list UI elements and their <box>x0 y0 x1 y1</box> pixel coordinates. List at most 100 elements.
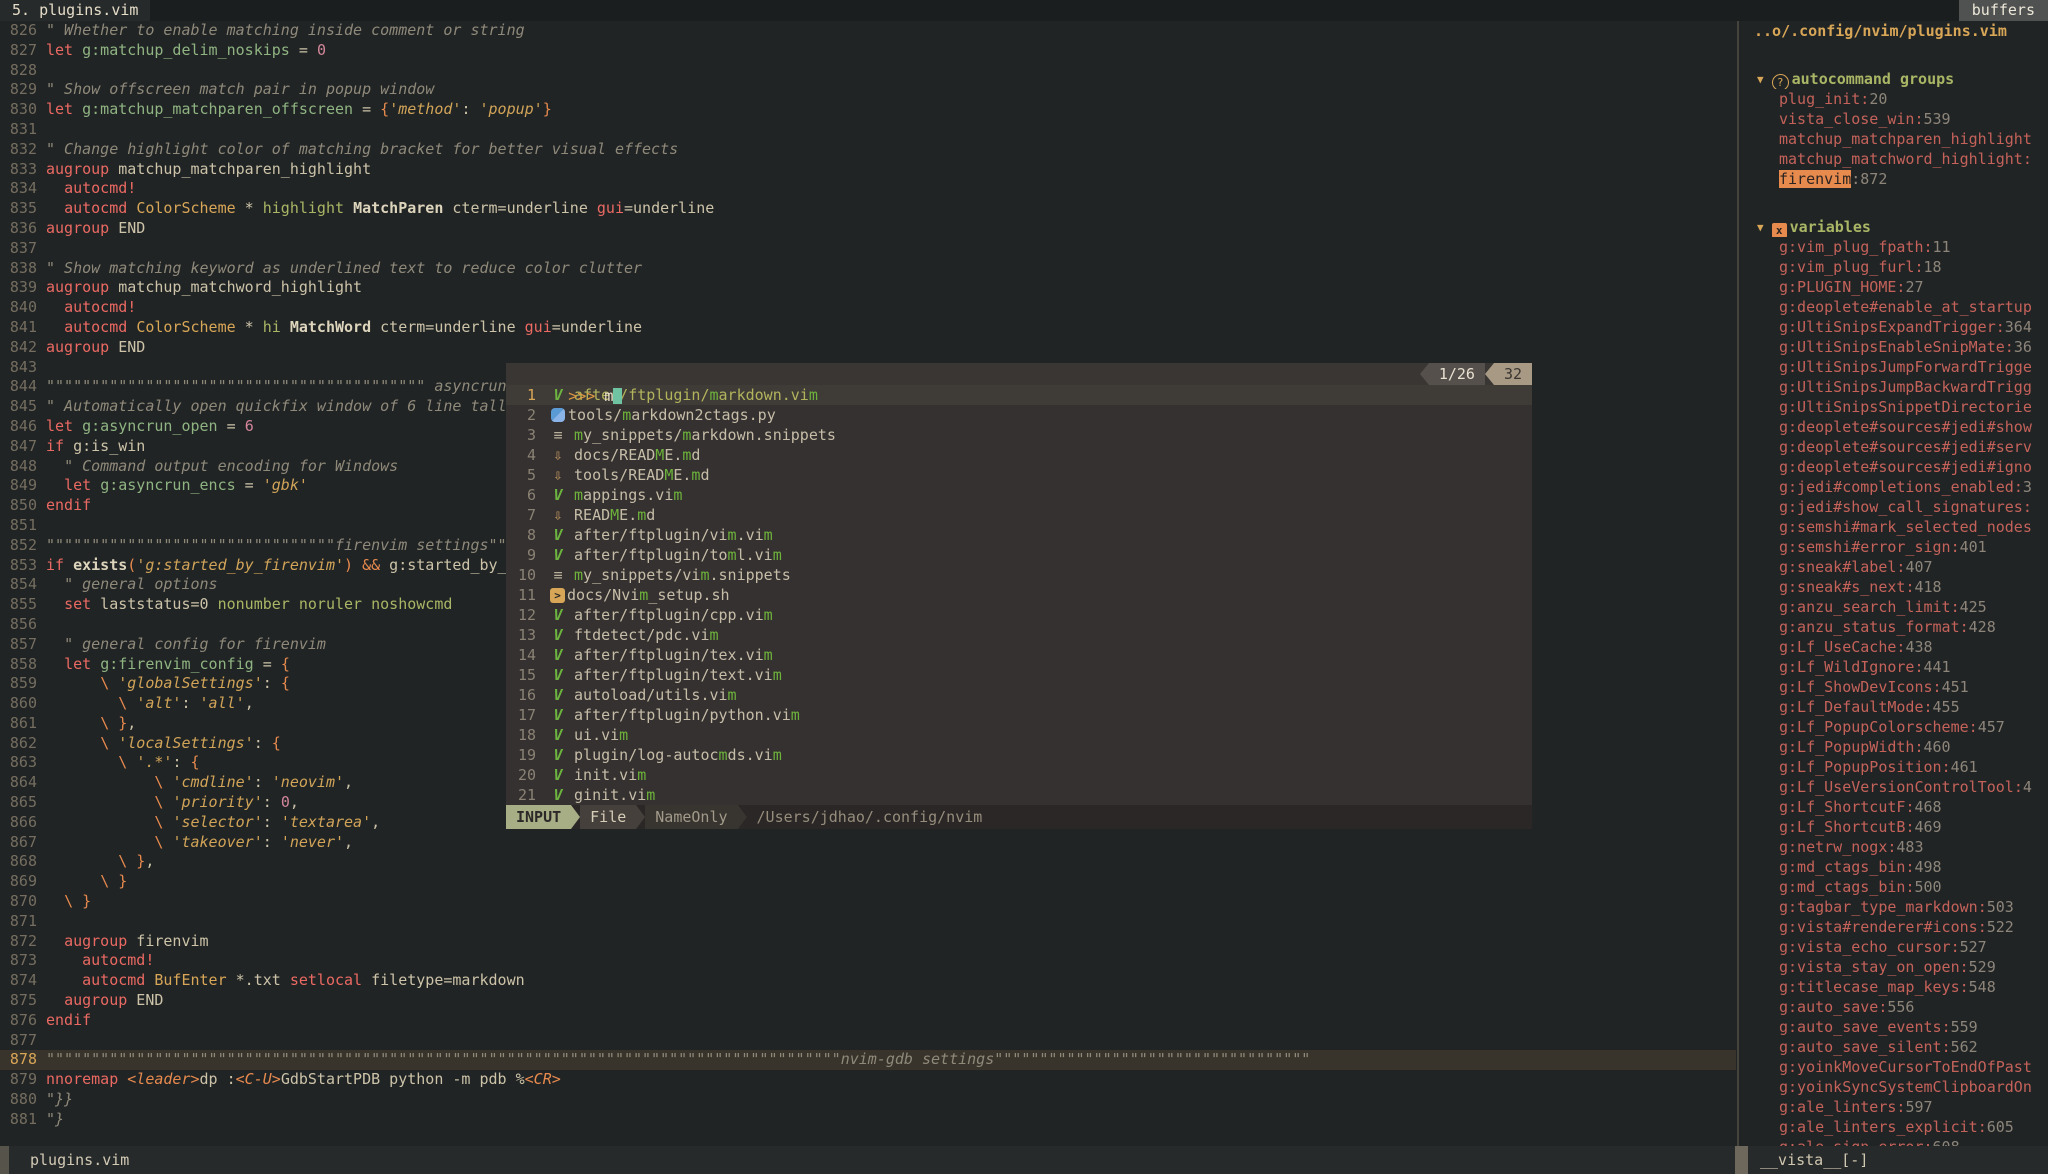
tag-item[interactable]: g:PLUGIN_HOME:27 <box>1739 277 2048 297</box>
code-line[interactable]: 832" Change highlight color of matching … <box>0 140 1736 160</box>
code-line[interactable]: 872 augroup firenvim <box>0 932 1736 952</box>
tag-item[interactable]: g:Lf_PopupColorscheme:457 <box>1739 717 2048 737</box>
code-line[interactable]: 829" Show offscreen match pair in popup … <box>0 80 1736 100</box>
code-line[interactable]: 878"""""""""""""""""""""""""""""""""""""… <box>0 1050 1736 1070</box>
tag-item[interactable]: plug_init:20 <box>1739 89 2048 109</box>
file-row[interactable]: 1Vafter/ftplugin/markdown.vim <box>506 385 1532 405</box>
code-line[interactable]: 875 augroup END <box>0 991 1736 1011</box>
tag-item[interactable]: g:jedi#completions_enabled:3 <box>1739 477 2048 497</box>
file-row[interactable]: 18Vui.vim <box>506 725 1532 745</box>
tag-item[interactable]: g:UltiSnipsJumpForwardTrigge <box>1739 357 2048 377</box>
tag-item[interactable]: g:yoinkMoveCursorToEndOfPast <box>1739 1057 2048 1077</box>
tag-item[interactable]: g:yoinkSyncSystemClipboardOn <box>1739 1077 2048 1097</box>
code-line[interactable]: 835 autocmd ColorScheme * highlight Matc… <box>0 199 1736 219</box>
code-line[interactable]: 881"} <box>0 1110 1736 1130</box>
tag-item[interactable]: g:md_ctags_bin:498 <box>1739 857 2048 877</box>
tag-item[interactable]: g:Lf_UseVersionControlTool:4 <box>1739 777 2048 797</box>
file-row[interactable]: 8Vafter/ftplugin/vim.vim <box>506 525 1532 545</box>
tag-item[interactable]: g:semshi#mark_selected_nodes <box>1739 517 2048 537</box>
tag-item[interactable]: g:Lf_PopupPosition:461 <box>1739 757 2048 777</box>
tag-item[interactable]: g:titlecase_map_keys:548 <box>1739 977 2048 997</box>
tag-item[interactable]: g:anzu_status_format:428 <box>1739 617 2048 637</box>
tag-item[interactable]: g:Lf_UseCache:438 <box>1739 637 2048 657</box>
tag-item[interactable]: g:auto_save:556 <box>1739 997 2048 1017</box>
file-row[interactable]: 20Vinit.vim <box>506 765 1532 785</box>
tag-item[interactable]: g:UltiSnipsJumpBackwardTrigg <box>1739 377 2048 397</box>
file-row[interactable]: 15Vafter/ftplugin/text.vim <box>506 665 1532 685</box>
file-row[interactable]: 12Vafter/ftplugin/cpp.vim <box>506 605 1532 625</box>
tag-item[interactable]: g:Lf_ShowDevIcons:451 <box>1739 677 2048 697</box>
tab-plugins-vim[interactable]: 5. plugins.vim <box>0 0 150 21</box>
code-line[interactable]: 870 \ } <box>0 892 1736 912</box>
code-line[interactable]: 840 autocmd! <box>0 298 1736 318</box>
tag-item[interactable]: g:jedi#show_call_signatures: <box>1739 497 2048 517</box>
code-line[interactable]: 869 \ } <box>0 872 1736 892</box>
code-line[interactable]: 879nnoremap <leader>dp :<C-U>GdbStartPDB… <box>0 1070 1736 1090</box>
code-line[interactable]: 826" Whether to enable matching inside c… <box>0 21 1736 41</box>
code-line[interactable]: 876endif <box>0 1011 1736 1031</box>
file-row[interactable]: 19Vplugin/log-autocmds.vim <box>506 745 1532 765</box>
code-line[interactable]: 837 <box>0 239 1736 259</box>
code-line[interactable]: 873 autocmd! <box>0 951 1736 971</box>
tag-item[interactable]: vista_close_win:539 <box>1739 109 2048 129</box>
tag-item[interactable]: g:UltiSnipsExpandTrigger:364 <box>1739 317 2048 337</box>
tag-item[interactable]: g:deoplete#enable_at_startup <box>1739 297 2048 317</box>
tag-item[interactable]: g:UltiSnipsSnippetDirectorie <box>1739 397 2048 417</box>
code-line[interactable]: 841 autocmd ColorScheme * hi MatchWord c… <box>0 318 1736 338</box>
tag-item[interactable]: matchup_matchword_highlight: <box>1739 149 2048 169</box>
tag-item[interactable]: g:UltiSnipsEnableSnipMate:36 <box>1739 337 2048 357</box>
file-row[interactable]: 2tools/markdown2ctags.py <box>506 405 1532 425</box>
code-line[interactable]: 836augroup END <box>0 219 1736 239</box>
tag-item[interactable]: g:vim_plug_furl:18 <box>1739 257 2048 277</box>
file-row[interactable]: 16Vautoload/utils.vim <box>506 685 1532 705</box>
tag-item[interactable]: g:vista_stay_on_open:529 <box>1739 957 2048 977</box>
file-row[interactable]: 3≡my_snippets/markdown.snippets <box>506 425 1532 445</box>
file-row[interactable]: 9Vafter/ftplugin/toml.vim <box>506 545 1532 565</box>
tag-item[interactable]: g:deoplete#sources#jedi#igno <box>1739 457 2048 477</box>
file-row[interactable]: 10≡my_snippets/vim.snippets <box>506 565 1532 585</box>
tag-item[interactable]: g:Lf_PopupWidth:460 <box>1739 737 2048 757</box>
tag-item[interactable]: g:anzu_search_limit:425 <box>1739 597 2048 617</box>
code-line[interactable]: 874 autocmd BufEnter *.txt setlocal file… <box>0 971 1736 991</box>
fuzzy-finder-input[interactable]: >>> m 1/26 32 <box>506 363 1532 385</box>
tab-buffers[interactable]: buffers <box>1959 0 2048 21</box>
tag-item[interactable]: firenvim:872 <box>1739 169 2048 189</box>
tag-item[interactable]: g:netrw_nogx:483 <box>1739 837 2048 857</box>
tag-item[interactable]: g:deoplete#sources#jedi#show <box>1739 417 2048 437</box>
code-line[interactable]: 827let g:matchup_delim_noskips = 0 <box>0 41 1736 61</box>
file-row[interactable]: 6Vmappings.vim <box>506 485 1532 505</box>
code-line[interactable]: 831 <box>0 120 1736 140</box>
file-row[interactable]: 7⇩README.md <box>506 505 1532 525</box>
tag-item[interactable]: g:ale_linters:597 <box>1739 1097 2048 1117</box>
code-line[interactable]: 838" Show matching keyword as underlined… <box>0 259 1736 279</box>
tag-item[interactable]: g:vim_plug_fpath:11 <box>1739 237 2048 257</box>
tag-item[interactable]: g:sneak#label:407 <box>1739 557 2048 577</box>
sidebar-section-variables[interactable]: ▼xvariables <box>1739 217 2048 237</box>
file-row[interactable]: 17Vafter/ftplugin/python.vim <box>506 705 1532 725</box>
tag-item[interactable]: g:vista#renderer#icons:522 <box>1739 917 2048 937</box>
code-line[interactable]: 867 \ 'takeover': 'never', <box>0 833 1736 853</box>
code-line[interactable]: 833augroup matchup_matchparen_highlight <box>0 160 1736 180</box>
code-line[interactable]: 880"}} <box>0 1090 1736 1110</box>
tag-item[interactable]: g:deoplete#sources#jedi#serv <box>1739 437 2048 457</box>
tag-item[interactable]: g:sneak#s_next:418 <box>1739 577 2048 597</box>
tag-item[interactable]: g:vista_echo_cursor:527 <box>1739 937 2048 957</box>
file-row[interactable]: 4⇩docs/README.md <box>506 445 1532 465</box>
file-row[interactable]: 13Vftdetect/pdc.vim <box>506 625 1532 645</box>
tag-item[interactable]: matchup_matchparen_highlight <box>1739 129 2048 149</box>
tag-item[interactable]: g:ale_sign_error:608 <box>1739 1137 2048 1146</box>
code-line[interactable]: 871 <box>0 912 1736 932</box>
tag-item[interactable]: g:auto_save_silent:562 <box>1739 1037 2048 1057</box>
file-row[interactable]: 11>docs/Nvim_setup.sh <box>506 585 1532 605</box>
tag-item[interactable]: g:Lf_WildIgnore:441 <box>1739 657 2048 677</box>
chevron-down-icon[interactable]: ▼ <box>1757 221 1764 234</box>
tag-item[interactable]: g:Lf_ShortcutB:469 <box>1739 817 2048 837</box>
code-line[interactable]: 830let g:matchup_matchparen_offscreen = … <box>0 100 1736 120</box>
code-line[interactable]: 834 autocmd! <box>0 179 1736 199</box>
file-row[interactable]: 21Vginit.vim <box>506 785 1532 805</box>
file-row[interactable]: 5⇩tools/README.md <box>506 465 1532 485</box>
tag-item[interactable]: g:semshi#error_sign:401 <box>1739 537 2048 557</box>
code-line[interactable]: 842augroup END <box>0 338 1736 358</box>
tag-item[interactable]: g:auto_save_events:559 <box>1739 1017 2048 1037</box>
code-line[interactable]: 868 \ }, <box>0 852 1736 872</box>
